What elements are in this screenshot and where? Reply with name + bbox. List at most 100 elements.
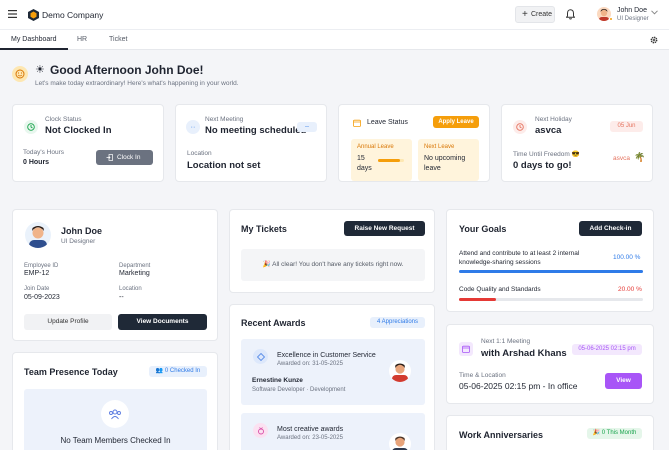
update-profile-button[interactable]: Update Profile xyxy=(24,314,112,330)
award-person-name: Ernestine Kunze xyxy=(252,377,303,384)
clock-in-button[interactable]: Clock In xyxy=(96,150,153,165)
greeting-subtitle: Let's make today extraordinary! Here's w… xyxy=(35,80,239,87)
tab-ticket[interactable]: Ticket xyxy=(109,30,127,50)
sun-icon: ☀ xyxy=(35,64,45,76)
profile-role: UI Designer xyxy=(61,238,96,245)
next-meeting-value: No meeting scheduled xyxy=(205,125,307,136)
this-month-badge: 🎉 0 This Month xyxy=(587,428,642,439)
palm-tree-icon: 🌴 xyxy=(634,152,646,162)
meeting-badge: -- xyxy=(297,122,317,132)
team-presence-card: Team Presence Today 👥 0 Checked In No Te… xyxy=(12,352,218,450)
annual-leave-value: 15 days xyxy=(357,155,372,172)
next-leave-label: Next Leave xyxy=(424,144,455,150)
tab-my-dashboard[interactable]: My Dashboard xyxy=(0,30,68,50)
create-button[interactable]: + Create xyxy=(515,6,555,23)
one-on-one-date-badge: 05-06-2025 02:15 pm xyxy=(572,344,642,355)
award-person-avatar xyxy=(389,433,411,450)
plus-icon: + xyxy=(522,9,528,20)
presence-empty-state: No Team Members Checked In xyxy=(24,389,207,450)
goal-progress xyxy=(459,298,643,301)
appreciations-badge: 4 Appreciations xyxy=(370,317,425,328)
next-meeting-card: ·· Next Meeting No meeting scheduled -- … xyxy=(175,104,327,182)
meeting-location-value: Location not set xyxy=(187,160,261,171)
goal-progress-fill xyxy=(459,298,496,301)
annual-leave-box: Annual Leave 15 days xyxy=(351,139,412,181)
my-tickets-title: My Tickets xyxy=(241,224,287,234)
department-label: Department xyxy=(119,263,151,269)
your-goals-card: Your Goals Add Check-in Attend and contr… xyxy=(446,209,654,312)
clock-icon xyxy=(24,120,38,134)
medal-icon xyxy=(253,423,268,438)
calendar-icon xyxy=(353,119,361,127)
award-item[interactable]: Most creative awards Awarded on: 23-05-2… xyxy=(241,413,425,450)
award-person-avatar xyxy=(389,360,411,382)
award-date: Awarded on: 31-05-2025 xyxy=(277,361,343,367)
next-holiday-label: Next Holiday xyxy=(535,116,572,123)
award-icon xyxy=(253,349,268,364)
create-label: Create xyxy=(531,11,553,18)
greeting-emoji-icon xyxy=(12,66,28,82)
profile-location-label: Location xyxy=(119,286,142,292)
next-holiday-card: Next Holiday asvca 05 Jun Time Until Fre… xyxy=(501,104,653,182)
greeting-title: Good Afternoon John Doe! xyxy=(50,63,204,77)
chevron-down-icon[interactable] xyxy=(651,10,658,15)
time-until-freedom-value: 0 days to go! xyxy=(513,160,572,171)
employee-id-value: EMP-12 xyxy=(24,270,50,277)
employee-id-label: Employee ID xyxy=(24,263,59,269)
tickets-empty-state: 🎉 All clear! You don't have any tickets … xyxy=(241,249,425,281)
meeting-icon: ·· xyxy=(186,120,200,134)
tab-hr[interactable]: HR xyxy=(77,30,87,50)
bell-icon[interactable] xyxy=(566,9,575,20)
join-date-value: 05-09-2023 xyxy=(24,294,60,301)
goal-progress-fill xyxy=(459,270,643,273)
user-role: UI Designer xyxy=(617,16,649,22)
time-location-value: 05-06-2025 02:15 pm - In office xyxy=(459,381,578,391)
company-logo-icon xyxy=(28,9,39,21)
view-button[interactable]: View xyxy=(605,373,642,389)
company-name: Demo Company xyxy=(42,10,104,20)
one-on-one-with: with Arshad Khans xyxy=(481,348,567,359)
leave-status-card: Leave Status Apply Leave Annual Leave 15… xyxy=(338,104,490,182)
tab-bar: My Dashboard HR Ticket xyxy=(0,30,669,50)
award-title: Excellence in Customer Service xyxy=(277,352,376,359)
clock-status-value: Not Clocked In xyxy=(45,125,112,136)
clock-status-label: Clock Status xyxy=(45,116,82,123)
next-holiday-name: asvca xyxy=(535,125,562,136)
team-icon xyxy=(101,400,129,428)
raise-new-request-button[interactable]: Raise New Request xyxy=(344,221,425,236)
party-icon: 🎉 xyxy=(592,430,601,436)
work-anniversaries-title: Work Anniversaries xyxy=(459,430,544,440)
apply-leave-button[interactable]: Apply Leave xyxy=(433,116,479,128)
award-item[interactable]: Excellence in Customer Service Awarded o… xyxy=(241,339,425,405)
people-icon: 👥 xyxy=(155,368,164,374)
party-icon: 🎉 xyxy=(262,261,271,268)
your-goals-title: Your Goals xyxy=(459,224,507,234)
checked-in-count: 0 Checked In xyxy=(164,368,201,374)
profile-name: John Doe xyxy=(61,226,103,236)
login-icon xyxy=(106,154,113,161)
one-on-one-label: Next 1:1 Meeting xyxy=(481,338,531,345)
profile-avatar xyxy=(25,222,51,248)
recent-awards-card: Recent Awards 4 Appreciations Excellence… xyxy=(229,304,435,450)
status-dot xyxy=(609,17,613,21)
annual-leave-progress xyxy=(378,159,404,162)
calendar-icon xyxy=(459,342,473,356)
todays-hours-label: Today's Hours xyxy=(23,149,64,156)
recent-awards-title: Recent Awards xyxy=(241,318,306,328)
holiday-date-badge: 05 Jun xyxy=(610,121,643,132)
one-on-one-card: Next 1:1 Meeting with Arshad Khans 05-06… xyxy=(446,324,654,404)
gear-icon[interactable] xyxy=(650,36,658,44)
menu-icon[interactable] xyxy=(8,10,17,18)
holiday-tag: asvca xyxy=(613,155,630,162)
add-check-in-button[interactable]: Add Check-in xyxy=(579,221,642,236)
this-month-count: 0 This Month xyxy=(601,430,637,436)
leave-status-title: Leave Status xyxy=(367,119,408,126)
next-leave-value: No upcoming leave xyxy=(424,155,466,172)
annual-leave-progress-fill xyxy=(378,159,401,162)
my-tickets-card: My Tickets Raise New Request 🎉 All clear… xyxy=(229,209,435,293)
next-leave-box: Next Leave No upcoming leave xyxy=(418,139,479,181)
view-documents-button[interactable]: View Documents xyxy=(118,314,207,330)
work-anniversaries-card: Work Anniversaries 🎉 0 This Month xyxy=(446,415,654,450)
join-date-label: Join Date xyxy=(24,286,50,292)
time-until-freedom-label: Time Until Freedom 😎 xyxy=(513,151,580,158)
